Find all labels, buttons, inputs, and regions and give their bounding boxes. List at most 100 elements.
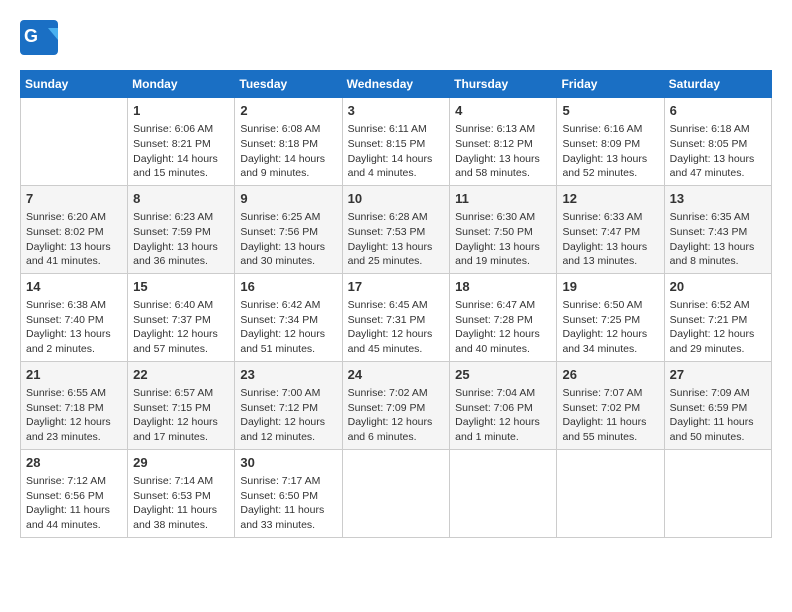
calendar-cell: 25 Sunrise: 7:04 AM Sunset: 7:06 PM Dayli… bbox=[450, 361, 557, 449]
calendar-cell: 18 Sunrise: 6:47 AM Sunset: 7:28 PM Dayli… bbox=[450, 273, 557, 361]
day-number: 25 bbox=[455, 366, 551, 384]
cell-content: Sunrise: 6:40 AM Sunset: 7:37 PM Dayligh… bbox=[133, 298, 229, 357]
header-cell-friday: Friday bbox=[557, 71, 664, 98]
day-number: 21 bbox=[26, 366, 122, 384]
day-number: 13 bbox=[670, 190, 766, 208]
calendar-cell bbox=[21, 98, 128, 186]
calendar-cell: 8 Sunrise: 6:23 AM Sunset: 7:59 PM Daylig… bbox=[128, 185, 235, 273]
calendar-cell: 22Sunrise: 6:57 AM Sunset: 7:15 PM Dayli… bbox=[128, 361, 235, 449]
calendar-cell: 7 Sunrise: 6:20 AM Sunset: 8:02 PM Daylig… bbox=[21, 185, 128, 273]
day-number: 17 bbox=[348, 278, 445, 296]
day-number: 26 bbox=[562, 366, 658, 384]
calendar-table: SundayMondayTuesdayWednesdayThursdayFrid… bbox=[20, 70, 772, 538]
day-number: 29 bbox=[133, 454, 229, 472]
calendar-cell: 24 Sunrise: 7:02 AM Sunset: 7:09 PM Dayli… bbox=[342, 361, 450, 449]
calendar-cell: 14 Sunrise: 6:38 AM Sunset: 7:40 PM Dayli… bbox=[21, 273, 128, 361]
cell-content: Sunrise: 6:38 AM Sunset: 7:40 PM Dayligh… bbox=[26, 298, 122, 357]
calendar-cell: 2Sunrise: 6:08 AM Sunset: 8:18 PM Daylig… bbox=[235, 98, 342, 186]
header-cell-wednesday: Wednesday bbox=[342, 71, 450, 98]
logo: G bbox=[20, 20, 64, 55]
week-row-1: 1 Sunrise: 6:06 AM Sunset: 8:21 PM Daylig… bbox=[21, 98, 772, 186]
calendar-cell: 21 Sunrise: 6:55 AM Sunset: 7:18 PM Dayli… bbox=[21, 361, 128, 449]
day-number: 5 bbox=[562, 102, 658, 120]
calendar-cell: 23 Sunrise: 7:00 AM Sunset: 7:12 PM Dayli… bbox=[235, 361, 342, 449]
calendar-cell: 12 Sunrise: 6:33 AM Sunset: 7:47 PM Dayli… bbox=[557, 185, 664, 273]
cell-content: Sunrise: 6:45 AM Sunset: 7:31 PM Dayligh… bbox=[348, 298, 445, 357]
calendar-cell: 11Sunrise: 6:30 AM Sunset: 7:50 PM Dayli… bbox=[450, 185, 557, 273]
calendar-cell bbox=[342, 449, 450, 537]
day-number: 1 bbox=[133, 102, 229, 120]
day-number: 2 bbox=[240, 102, 336, 120]
calendar-cell: 29 Sunrise: 7:14 AM Sunset: 6:53 PM Dayli… bbox=[128, 449, 235, 537]
day-number: 24 bbox=[348, 366, 445, 384]
cell-content: Sunrise: 6:35 AM Sunset: 7:43 PM Dayligh… bbox=[670, 210, 766, 269]
cell-content: Sunrise: 7:17 AM Sunset: 6:50 PM Dayligh… bbox=[240, 474, 336, 533]
cell-content: Sunrise: 7:09 AM Sunset: 6:59 PM Dayligh… bbox=[670, 386, 766, 445]
cell-content: Sunrise: 6:11 AM Sunset: 8:15 PM Dayligh… bbox=[348, 122, 445, 181]
cell-content: Sunrise: 7:12 AM Sunset: 6:56 PM Dayligh… bbox=[26, 474, 122, 533]
week-row-3: 14 Sunrise: 6:38 AM Sunset: 7:40 PM Dayli… bbox=[21, 273, 772, 361]
header-row: SundayMondayTuesdayWednesdayThursdayFrid… bbox=[21, 71, 772, 98]
day-number: 30 bbox=[240, 454, 336, 472]
cell-content: Sunrise: 6:13 AM Sunset: 8:12 PM Dayligh… bbox=[455, 122, 551, 181]
cell-content: Sunrise: 6:30 AM Sunset: 7:50 PM Dayligh… bbox=[455, 210, 551, 269]
week-row-5: 28 Sunrise: 7:12 AM Sunset: 6:56 PM Dayli… bbox=[21, 449, 772, 537]
header-cell-monday: Monday bbox=[128, 71, 235, 98]
day-number: 16 bbox=[240, 278, 336, 296]
day-number: 8 bbox=[133, 190, 229, 208]
cell-content: Sunrise: 6:28 AM Sunset: 7:53 PM Dayligh… bbox=[348, 210, 445, 269]
day-number: 9 bbox=[240, 190, 336, 208]
cell-content: Sunrise: 6:23 AM Sunset: 7:59 PM Dayligh… bbox=[133, 210, 229, 269]
calendar-cell: 28 Sunrise: 7:12 AM Sunset: 6:56 PM Dayli… bbox=[21, 449, 128, 537]
calendar-cell: 15 Sunrise: 6:40 AM Sunset: 7:37 PM Dayli… bbox=[128, 273, 235, 361]
cell-content: Sunrise: 7:00 AM Sunset: 7:12 PM Dayligh… bbox=[240, 386, 336, 445]
day-number: 18 bbox=[455, 278, 551, 296]
day-number: 6 bbox=[670, 102, 766, 120]
cell-content: Sunrise: 6:33 AM Sunset: 7:47 PM Dayligh… bbox=[562, 210, 658, 269]
calendar-cell: 20Sunrise: 6:52 AM Sunset: 7:21 PM Dayli… bbox=[664, 273, 771, 361]
day-number: 7 bbox=[26, 190, 122, 208]
header-cell-sunday: Sunday bbox=[21, 71, 128, 98]
day-number: 3 bbox=[348, 102, 445, 120]
day-number: 22 bbox=[133, 366, 229, 384]
cell-content: Sunrise: 6:06 AM Sunset: 8:21 PM Dayligh… bbox=[133, 122, 229, 181]
calendar-cell: 10Sunrise: 6:28 AM Sunset: 7:53 PM Dayli… bbox=[342, 185, 450, 273]
svg-text:G: G bbox=[24, 26, 38, 46]
cell-content: Sunrise: 6:18 AM Sunset: 8:05 PM Dayligh… bbox=[670, 122, 766, 181]
cell-content: Sunrise: 6:55 AM Sunset: 7:18 PM Dayligh… bbox=[26, 386, 122, 445]
cell-content: Sunrise: 7:04 AM Sunset: 7:06 PM Dayligh… bbox=[455, 386, 551, 445]
calendar-cell: 16Sunrise: 6:42 AM Sunset: 7:34 PM Dayli… bbox=[235, 273, 342, 361]
page-header: G bbox=[20, 20, 772, 55]
day-number: 15 bbox=[133, 278, 229, 296]
cell-content: Sunrise: 6:25 AM Sunset: 7:56 PM Dayligh… bbox=[240, 210, 336, 269]
day-number: 12 bbox=[562, 190, 658, 208]
calendar-cell: 26Sunrise: 7:07 AM Sunset: 7:02 PM Dayli… bbox=[557, 361, 664, 449]
calendar-cell bbox=[450, 449, 557, 537]
day-number: 27 bbox=[670, 366, 766, 384]
calendar-cell: 17 Sunrise: 6:45 AM Sunset: 7:31 PM Dayli… bbox=[342, 273, 450, 361]
day-number: 23 bbox=[240, 366, 336, 384]
calendar-cell: 5 Sunrise: 6:16 AM Sunset: 8:09 PM Daylig… bbox=[557, 98, 664, 186]
day-number: 4 bbox=[455, 102, 551, 120]
day-number: 14 bbox=[26, 278, 122, 296]
header-cell-tuesday: Tuesday bbox=[235, 71, 342, 98]
header-cell-thursday: Thursday bbox=[450, 71, 557, 98]
day-number: 20 bbox=[670, 278, 766, 296]
cell-content: Sunrise: 6:20 AM Sunset: 8:02 PM Dayligh… bbox=[26, 210, 122, 269]
calendar-cell: 1 Sunrise: 6:06 AM Sunset: 8:21 PM Daylig… bbox=[128, 98, 235, 186]
cell-content: Sunrise: 6:47 AM Sunset: 7:28 PM Dayligh… bbox=[455, 298, 551, 357]
cell-content: Sunrise: 7:02 AM Sunset: 7:09 PM Dayligh… bbox=[348, 386, 445, 445]
week-row-2: 7 Sunrise: 6:20 AM Sunset: 8:02 PM Daylig… bbox=[21, 185, 772, 273]
cell-content: Sunrise: 7:14 AM Sunset: 6:53 PM Dayligh… bbox=[133, 474, 229, 533]
calendar-cell: 13 Sunrise: 6:35 AM Sunset: 7:43 PM Dayli… bbox=[664, 185, 771, 273]
calendar-cell: 9 Sunrise: 6:25 AM Sunset: 7:56 PM Daylig… bbox=[235, 185, 342, 273]
calendar-cell: 3 Sunrise: 6:11 AM Sunset: 8:15 PM Daylig… bbox=[342, 98, 450, 186]
week-row-4: 21 Sunrise: 6:55 AM Sunset: 7:18 PM Dayli… bbox=[21, 361, 772, 449]
day-number: 28 bbox=[26, 454, 122, 472]
calendar-cell: 4 Sunrise: 6:13 AM Sunset: 8:12 PM Daylig… bbox=[450, 98, 557, 186]
day-number: 19 bbox=[562, 278, 658, 296]
logo-icon: G bbox=[20, 20, 60, 55]
calendar-cell: 6 Sunrise: 6:18 AM Sunset: 8:05 PM Daylig… bbox=[664, 98, 771, 186]
cell-content: Sunrise: 6:16 AM Sunset: 8:09 PM Dayligh… bbox=[562, 122, 658, 181]
calendar-cell: 27 Sunrise: 7:09 AM Sunset: 6:59 PM Dayli… bbox=[664, 361, 771, 449]
